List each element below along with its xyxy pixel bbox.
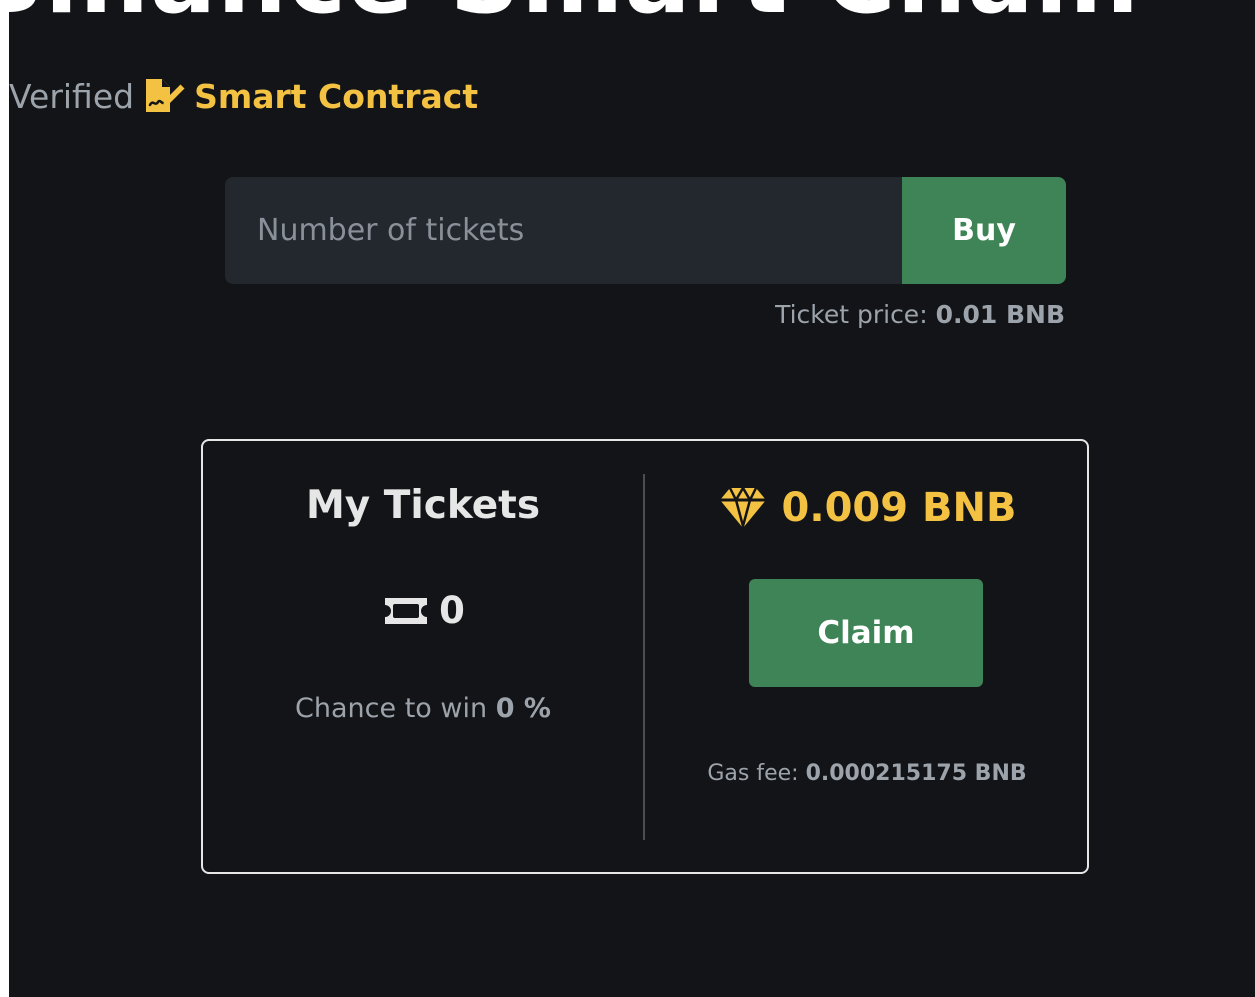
prize-row: 0.009 BNB [645, 485, 1089, 531]
hero-title: Binance Smart Chain [9, 0, 1140, 28]
ticket-price: Ticket price: 0.01 BNB [775, 300, 1065, 329]
ticket-count-row: 0 [203, 589, 643, 632]
buy-form: Buy [225, 177, 1066, 284]
claim-button[interactable]: Claim [749, 579, 983, 687]
prize-amount: 0.009 BNB [781, 485, 1017, 531]
ticket-count-input[interactable] [225, 177, 902, 284]
file-signature-icon [144, 77, 186, 115]
smart-contract-link[interactable]: Smart Contract [194, 77, 478, 116]
my-tickets-panel: My Tickets 0 Chance to win 0 % [203, 441, 643, 872]
gas-fee: Gas fee: 0.000215175 BNB [645, 761, 1089, 786]
gas-fee-value: 0.000215175 BNB [805, 761, 1027, 786]
verified-label: Verified [9, 76, 135, 116]
gas-fee-label: Gas fee: [707, 761, 799, 786]
ticket-icon [381, 594, 431, 628]
buy-button[interactable]: Buy [902, 177, 1066, 284]
ticket-price-value: 0.01 BNB [935, 300, 1065, 329]
chance-to-win: Chance to win 0 % [203, 693, 643, 724]
prize-panel: 0.009 BNB Claim Gas fee: 0.000215175 BNB [645, 441, 1089, 872]
my-tickets-title: My Tickets [305, 483, 541, 528]
verified-line: Verified Smart Contract [9, 74, 478, 118]
ticket-price-label: Ticket price: [775, 300, 928, 329]
page: Binance Smart Chain Verified Smart Contr… [9, 0, 1255, 997]
ticket-count: 0 [439, 589, 465, 632]
tickets-card: My Tickets 0 Chance to win 0 % 0.009 BNB… [201, 439, 1089, 874]
gem-icon [718, 486, 768, 530]
chance-value: 0 % [495, 693, 551, 724]
chance-label: Chance to win [295, 693, 488, 724]
